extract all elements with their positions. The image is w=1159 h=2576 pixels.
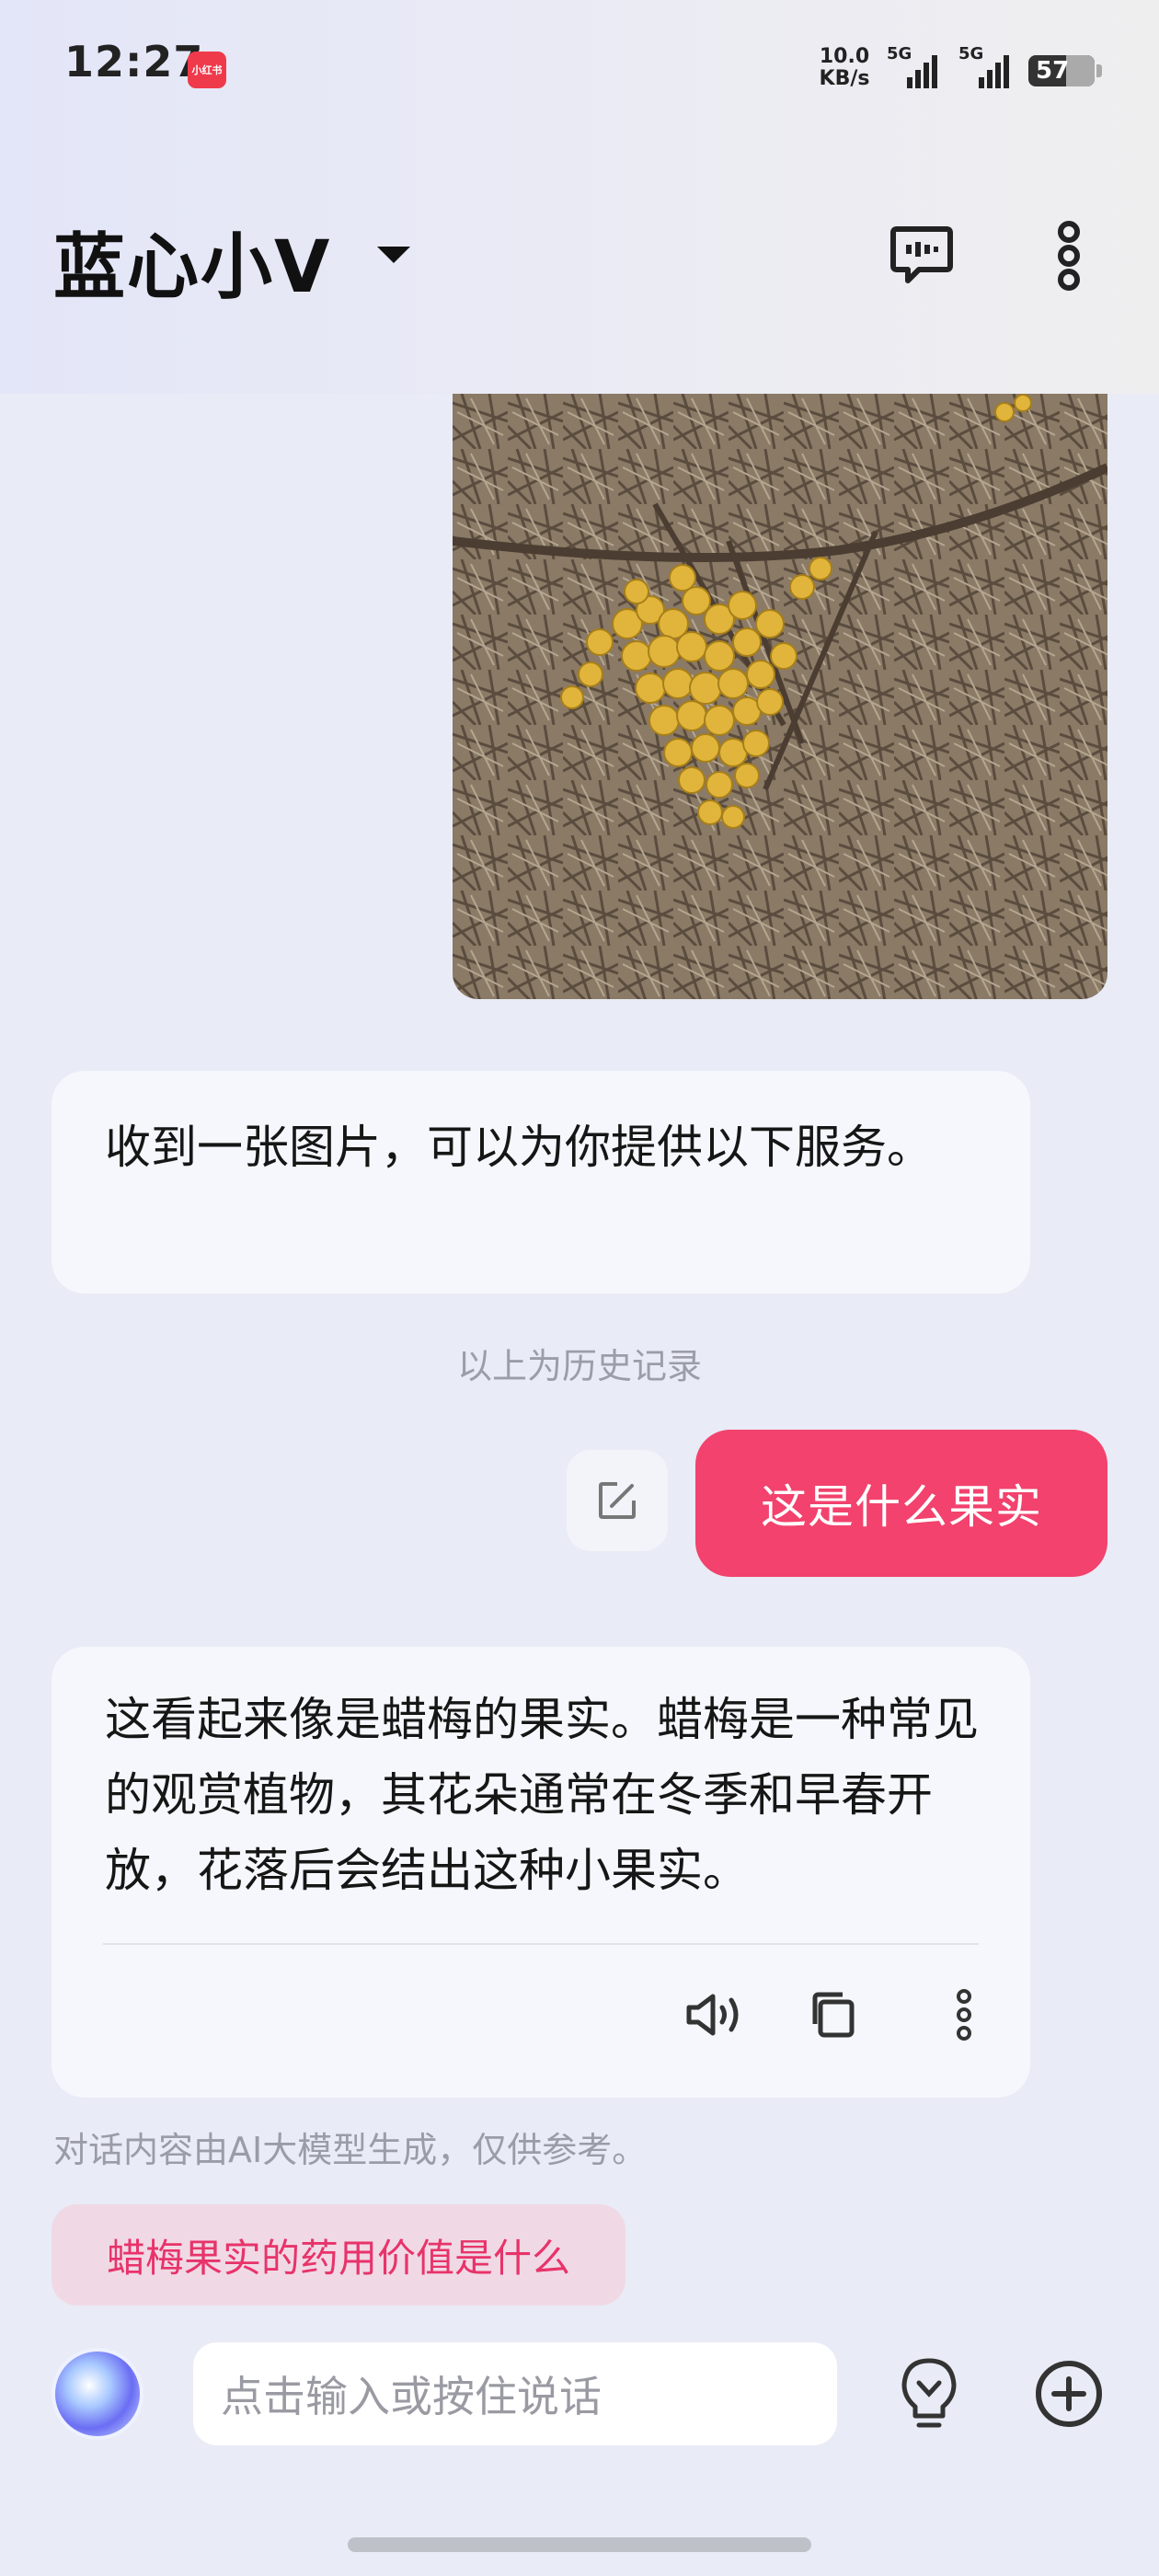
home-indicator[interactable]: [348, 2537, 811, 2552]
ai-message: 这看起来像是蜡梅的果实。蜡梅是一种常见的观赏植物，其花朵通常在冬季和早春开放，花…: [52, 1647, 1030, 2098]
ai-message-text: 收到一张图片，可以为你提供以下服务。: [105, 1121, 933, 1174]
signal-icon: 5G: [885, 42, 940, 94]
ai-disclaimer: 对话内容由AI大模型生成，仅供参考。: [53, 2130, 648, 2170]
message-input[interactable]: 点击输入或按住说话: [193, 2342, 837, 2445]
assistant-title[interactable]: 蓝心小V: [53, 210, 331, 313]
suggested-question[interactable]: 蜡梅果实的药用价值是什么: [52, 2204, 625, 2306]
more-vertical-icon: [957, 1989, 971, 2041]
lightbulb-icon: [901, 2358, 957, 2428]
plus-circle-icon: [1036, 2361, 1102, 2427]
divider: [103, 1943, 979, 1945]
battery-icon: 57: [1028, 55, 1102, 86]
more-button[interactable]: [1030, 217, 1107, 294]
message-icon: [890, 226, 953, 283]
ai-message-text: 这看起来像是蜡梅的果实。蜡梅是一种常见的观赏植物，其花朵通常在冬季和早春开放，花…: [105, 1693, 979, 1897]
signal2-label: 5G: [958, 44, 983, 63]
signal-icon-2: 5G: [957, 42, 1012, 94]
assistant-orb-icon[interactable]: [55, 2352, 140, 2436]
more-vertical-icon: [1058, 221, 1080, 291]
ai-message: 收到一张图片，可以为你提供以下服务。: [52, 1071, 1030, 1294]
network-speed-value: 10.0: [819, 45, 870, 68]
user-message: 这是什么果实: [695, 1430, 1107, 1577]
add-button[interactable]: [1027, 2352, 1111, 2436]
chevron-down-icon[interactable]: [377, 247, 410, 263]
history-divider-label: 以上为历史记录: [456, 1346, 702, 1386]
notification-app-icon: 小红书: [188, 52, 226, 88]
battery-level: 57: [1036, 57, 1070, 85]
more-options-button[interactable]: [929, 1980, 999, 2050]
battery-empty-part: [1066, 55, 1095, 86]
chat-history-button[interactable]: [883, 217, 960, 294]
speaker-icon: [686, 1994, 739, 2036]
copy-icon: [812, 1992, 855, 2038]
edit-icon: [599, 1482, 636, 1519]
network-speed: 10.0 KB/s: [815, 46, 874, 90]
uploaded-photo[interactable]: [453, 394, 1107, 999]
inspiration-button[interactable]: [887, 2352, 971, 2436]
read-aloud-button[interactable]: [681, 1980, 751, 2050]
network-speed-unit: KB/s: [819, 67, 870, 90]
status-time: 12:27: [64, 37, 204, 86]
copy-button[interactable]: [798, 1980, 868, 2050]
edit-message-button[interactable]: [567, 1450, 668, 1551]
signal1-label: 5G: [887, 44, 912, 63]
